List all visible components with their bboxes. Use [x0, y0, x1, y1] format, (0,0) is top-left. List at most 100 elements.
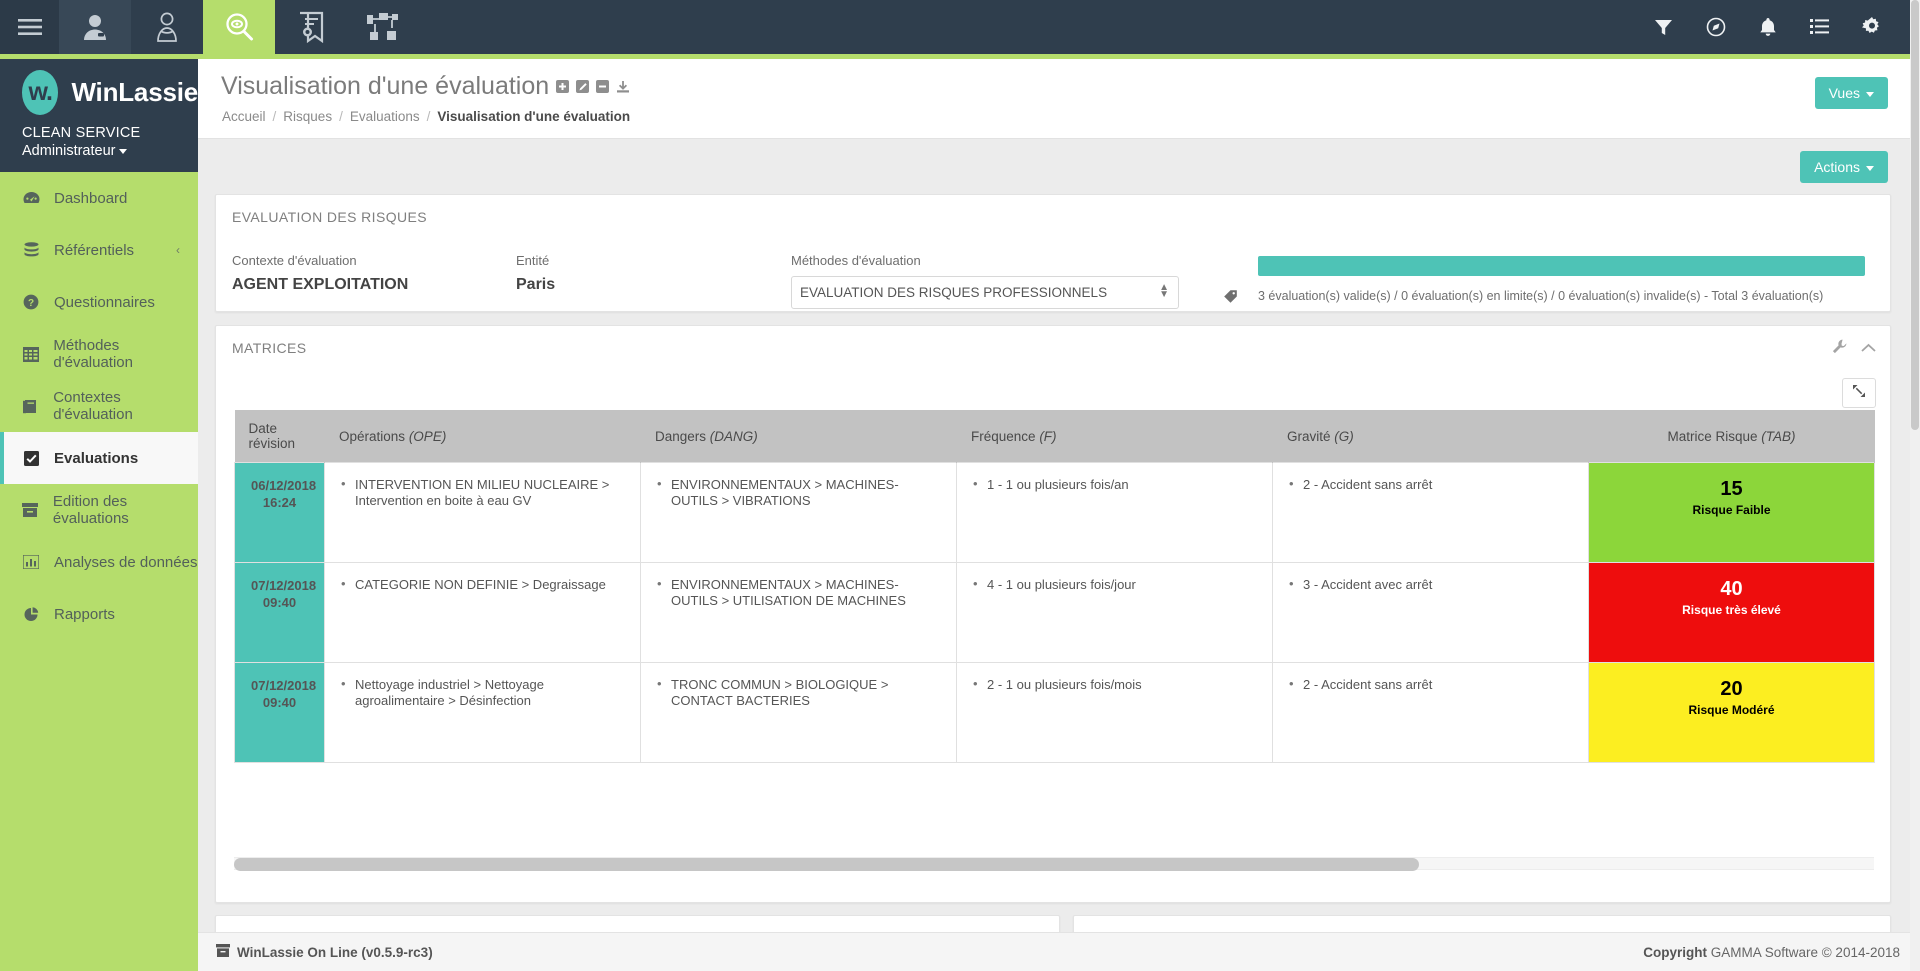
sidebar-item-questionnaires[interactable]: ? Questionnaires [0, 276, 198, 328]
copyright-bold: Copyright [1643, 944, 1707, 960]
scrollbar-thumb[interactable] [234, 858, 1419, 871]
brand-row[interactable]: w. WinLassie [22, 70, 198, 115]
actions-button[interactable]: Actions [1800, 151, 1888, 183]
breadcrumb-item-accueil[interactable]: Accueil [222, 109, 266, 124]
user-menu[interactable]: Administrateur [22, 143, 198, 159]
expand-fullscreen-button[interactable] [1842, 378, 1876, 408]
gear-icon[interactable] [1862, 17, 1882, 37]
sidebar-item-label: Référentiels [54, 241, 135, 259]
download-icon[interactable] [616, 80, 630, 94]
breadcrumb-item-evaluations[interactable]: Evaluations [350, 109, 420, 124]
cell-risk: 40 Risque très élevé [1588, 562, 1875, 663]
col-date-revision[interactable]: Date révision [234, 410, 325, 463]
pie-chart-icon [22, 606, 40, 622]
table-row[interactable]: 06/12/2018 16:24 INTERVENTION EN MILIEU N… [234, 462, 1875, 563]
filter-icon[interactable] [1654, 18, 1673, 37]
wrench-icon[interactable] [1832, 339, 1847, 359]
hamburger-menu-icon[interactable] [0, 0, 59, 54]
frequence-item: 2 - 1 ou plusieurs fois/mois [973, 676, 1256, 693]
col-code: (F) [1039, 428, 1057, 444]
brand-box: w. WinLassie CLEAN SERVICE Administrateu… [0, 54, 198, 172]
bar-chart-icon [22, 555, 40, 569]
table-row[interactable]: 07/12/2018 09:40 Nettoyage industriel > N… [234, 662, 1875, 763]
col-code: (OPE) [408, 428, 447, 444]
chevron-up-icon[interactable] [1861, 340, 1876, 358]
sidebar-item-label: Dashboard [54, 189, 128, 207]
tag-icon[interactable] [1223, 253, 1238, 309]
row-time: 09:40 [262, 595, 297, 610]
risk-label: Risque Modéré [1688, 703, 1775, 717]
col-operations[interactable]: Opérations (OPE) [324, 410, 641, 463]
sidebar: w. WinLassie CLEAN SERVICE Administrateu… [0, 54, 198, 971]
table-row[interactable]: 07/12/2018 09:40 CATEGORIE NON DEFINIE > … [234, 562, 1875, 663]
sidebar-item-label: Méthodes d'évaluation [53, 337, 133, 371]
risk-value: 15 [1720, 478, 1743, 500]
table-horizontal-scrollbar[interactable] [234, 857, 1874, 871]
chevron-left-icon: ‹ [176, 243, 180, 257]
sidebar-item-label: Rapports [54, 605, 115, 623]
page-scrollbar-thumb[interactable] [1911, 0, 1919, 430]
list-icon[interactable] [1810, 18, 1829, 36]
user-icon[interactable] [59, 0, 131, 54]
context-field: Contexte d'évaluation AGENT EXPLOITATION [232, 253, 516, 309]
col-frequence[interactable]: Fréquence (F) [956, 410, 1273, 463]
col-matrice-risque[interactable]: Matrice Risque (TAB) [1588, 410, 1875, 463]
frequence-item: 1 - 1 ou plusieurs fois/an [973, 476, 1256, 493]
entity-label: Entité [516, 253, 550, 268]
sidebar-item-contextes-evaluation[interactable]: Contextes d'évaluation [0, 380, 198, 432]
sidebar-item-analyses-de-donnees[interactable]: Analyses de données [0, 536, 198, 588]
sidebar-item-label: Contextes d'évaluation [53, 389, 133, 423]
top-navigation-bar [0, 0, 1920, 54]
add-icon[interactable] [556, 80, 570, 93]
vues-button-label: Vues [1828, 85, 1860, 101]
col-label: Opérations [339, 428, 406, 444]
col-gravite[interactable]: Gravité (G) [1272, 410, 1589, 463]
col-code: (DANG) [709, 428, 758, 444]
certificate-icon[interactable] [275, 0, 347, 54]
chevron-down-icon [119, 148, 128, 154]
chevron-down-icon [1866, 165, 1874, 171]
risk-value: 40 [1720, 578, 1743, 600]
sidebar-item-label: Edition des évaluations [52, 493, 129, 527]
breadcrumb-item-risques[interactable]: Risques [283, 109, 332, 124]
col-dangers[interactable]: Dangers (DANG) [640, 410, 957, 463]
entity-value: Paris [516, 276, 556, 293]
org-chart-icon[interactable] [347, 0, 419, 54]
edit-pencil-icon[interactable] [576, 80, 590, 93]
method-select[interactable]: EVALUATION DES RISQUES PROFESSIONNELS [791, 276, 1179, 309]
method-label: Méthodes d'évaluation [791, 253, 921, 268]
cell-gravite: 3 - Accident avec arrêt [1272, 562, 1589, 663]
page-header: Visualisation d'une évaluation Accueil /… [198, 59, 1910, 139]
col-label: Gravité [1287, 428, 1331, 444]
footer-version-text: WinLassie On Line (v0.5.9-rc3) [237, 944, 433, 960]
col-label: Matrice Risque [1667, 428, 1758, 444]
sidebar-item-dashboard[interactable]: Dashboard [0, 172, 198, 224]
risk-label: Risque Faible [1692, 503, 1771, 517]
svg-text:?: ? [28, 298, 34, 309]
injured-person-icon[interactable] [131, 0, 203, 54]
accent-strip [0, 54, 1920, 59]
eye-search-icon[interactable] [203, 0, 275, 54]
sidebar-item-methodes-evaluation[interactable]: Méthodes d'évaluation [0, 328, 198, 380]
sidebar-item-rapports[interactable]: Rapports [0, 588, 198, 640]
cell-date: 07/12/2018 09:40 [234, 562, 325, 663]
sidebar-item-evaluations[interactable]: Evaluations [0, 432, 198, 484]
cell-date: 07/12/2018 09:40 [234, 662, 325, 763]
organization-name: CLEAN SERVICE [22, 125, 141, 141]
progress-area: 3 évaluation(s) valide(s) / 0 évaluation… [1238, 253, 1874, 309]
page-scrollbar[interactable] [1910, 0, 1920, 971]
evaluation-progress-bar [1258, 256, 1865, 276]
vues-button[interactable]: Vues [1814, 77, 1888, 109]
entity-field: Entité Paris [516, 253, 791, 309]
bell-icon[interactable] [1759, 17, 1777, 37]
footer-version: WinLassie On Line (v0.5.9-rc3) [216, 944, 433, 960]
page-title-row: Visualisation d'une évaluation [221, 72, 630, 101]
expand-arrows-icon [1852, 384, 1866, 403]
row-date: 07/12/2018 [251, 578, 317, 593]
database-icon [22, 242, 40, 258]
compass-icon[interactable] [1706, 17, 1726, 37]
remove-icon[interactable] [596, 80, 610, 93]
sidebar-item-referentiels[interactable]: Référentiels ‹ [0, 224, 198, 276]
risk-label: Risque très élevé [1682, 603, 1781, 617]
sidebar-item-edition-des-evaluations[interactable]: Edition des évaluations [0, 484, 198, 536]
